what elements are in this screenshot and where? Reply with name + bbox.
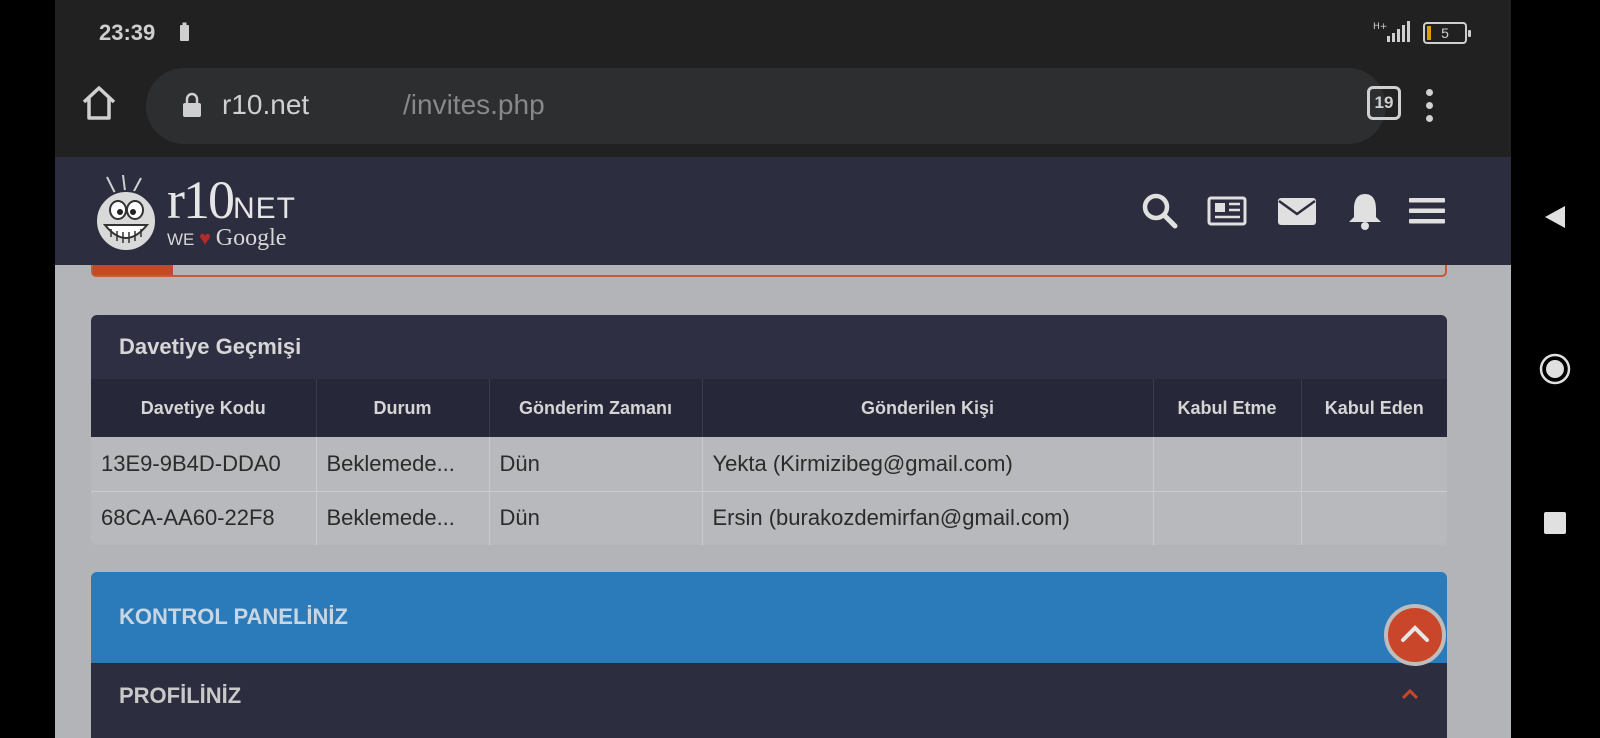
invite-status: Beklemede... xyxy=(316,437,490,492)
scroll-to-top-button[interactable] xyxy=(1384,604,1446,666)
status-bar: 23:39 H+ 5 xyxy=(55,0,1511,65)
control-panel-title[interactable]: KONTROL PANELİNİZ xyxy=(91,572,1447,663)
back-icon[interactable] xyxy=(1511,202,1600,232)
mail-icon[interactable] xyxy=(1277,191,1317,231)
invite-recipient: Yekta (Kirmizibeg@gmail.com) xyxy=(702,437,1154,492)
table-row: 68CA-AA60-22F8 Beklemede... Dün Ersin (b… xyxy=(91,491,1447,545)
bell-icon[interactable] xyxy=(1345,191,1385,231)
invite-history-card: Davetiye Geçmişi Davetiye Kodu Durum Gön… xyxy=(91,315,1447,545)
invite-code: 13E9-9B4D-DDA0 xyxy=(91,437,317,492)
news-icon[interactable] xyxy=(1207,191,1247,231)
site-header: r10NET WE ♥ Google xyxy=(55,157,1511,265)
profile-label: PROFİLİNİZ xyxy=(119,683,242,708)
chevron-up-icon xyxy=(1401,688,1419,700)
column-header: Kabul Eden xyxy=(1301,379,1447,437)
column-header: Gönderim Zamanı xyxy=(489,379,703,437)
invite-accepted-by xyxy=(1301,491,1447,545)
status-time: 23:39 xyxy=(99,20,156,45)
table-row: 13E9-9B4D-DDA0 Beklemede... Dün Yekta (K… xyxy=(91,437,1447,492)
column-header: Davetiye Kodu xyxy=(91,379,317,437)
chevron-up-icon xyxy=(1401,625,1429,642)
url-path: /invites.php xyxy=(403,89,545,120)
invite-history-title: Davetiye Geçmişi xyxy=(91,315,1447,379)
control-panel-card: KONTROL PANELİNİZ PROFİLİNİZ xyxy=(91,572,1447,738)
column-header: Kabul Etme xyxy=(1153,379,1302,437)
invite-accepted-at xyxy=(1153,491,1302,545)
hamburger-icon[interactable] xyxy=(1407,191,1447,231)
phone-screen: 23:39 H+ 5 r10.net /invites.php 19 r10NE… xyxy=(55,0,1511,738)
network-type: H+ xyxy=(1373,22,1387,32)
column-header: Gönderilen Kişi xyxy=(702,379,1154,437)
invite-recipient: Ersin (burakozdemirfan@gmail.com) xyxy=(702,491,1154,545)
overflow-menu-icon[interactable] xyxy=(1417,85,1441,125)
invite-code: 68CA-AA60-22F8 xyxy=(91,491,317,545)
column-header: Durum xyxy=(316,379,490,437)
recents-icon[interactable] xyxy=(1511,510,1600,536)
site-logo[interactable]: r10NET WE ♥ Google xyxy=(93,161,333,261)
battery-icon: 5 xyxy=(1423,22,1471,44)
signal-icon: H+ xyxy=(1373,20,1417,49)
logo-tagline: WE ♥ Google xyxy=(167,225,287,251)
table-header-row: Davetiye Kodu Durum Gönderim Zamanı Gönd… xyxy=(91,379,1447,437)
invite-sent-time: Dün xyxy=(489,491,703,545)
battery-level: 5 xyxy=(1441,25,1449,41)
invite-status: Beklemede... xyxy=(316,491,490,545)
alert-box-bottom xyxy=(91,265,1447,277)
url-domain: r10.net xyxy=(222,89,310,120)
battery-saver-icon xyxy=(180,22,189,41)
page-content: Davetiye Geçmişi Davetiye Kodu Durum Gön… xyxy=(55,265,1511,738)
url-bar[interactable]: r10.net /invites.php xyxy=(146,68,1386,144)
browser-toolbar: r10.net /invites.php 19 xyxy=(55,65,1511,157)
invite-accepted-at xyxy=(1153,437,1302,492)
tab-count-button[interactable]: 19 xyxy=(1367,86,1401,120)
home-circle-icon[interactable] xyxy=(1511,352,1600,386)
search-icon[interactable] xyxy=(1140,191,1180,231)
profile-section-toggle[interactable]: PROFİLİNİZ xyxy=(91,663,1447,738)
invite-accepted-by xyxy=(1301,437,1447,492)
invite-history-table: Davetiye Kodu Durum Gönderim Zamanı Gönd… xyxy=(91,379,1447,545)
logo-mascot-icon xyxy=(95,175,157,251)
android-nav-bar xyxy=(1511,0,1600,738)
invite-sent-time: Dün xyxy=(489,437,703,492)
heart-icon: ♥ xyxy=(199,228,211,250)
home-icon[interactable] xyxy=(79,83,119,123)
lock-icon xyxy=(183,92,201,117)
